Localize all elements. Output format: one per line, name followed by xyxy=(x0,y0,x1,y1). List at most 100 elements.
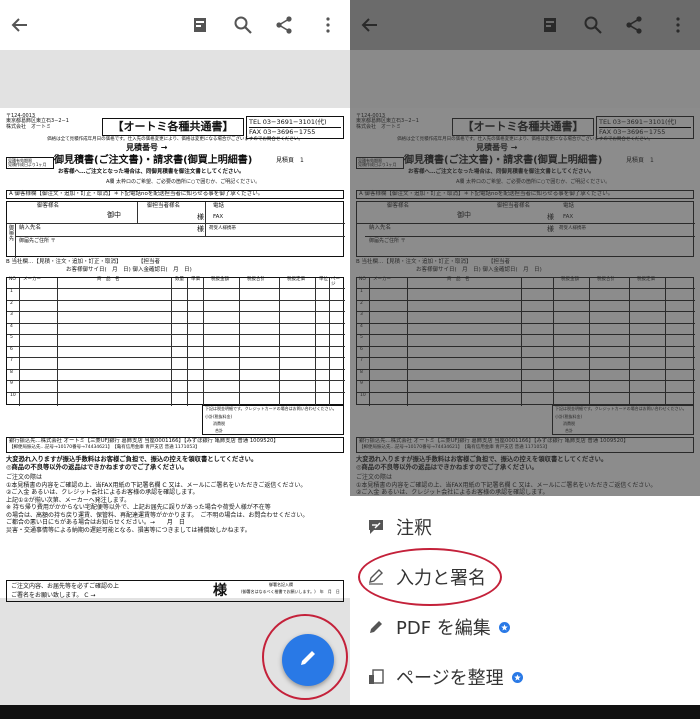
row-number: 8 xyxy=(10,369,13,375)
table-header: 商 品 名 xyxy=(97,277,120,282)
table-header: 税抜定価 xyxy=(287,277,305,282)
document-page[interactable]: 〒124-0013 東京都葛飾区東立石3−2−1 株式会社 オートミ 【オートミ… xyxy=(0,108,350,602)
table-row xyxy=(357,380,695,381)
highlight-ring xyxy=(358,548,502,606)
row-number: 7 xyxy=(10,358,13,363)
table-line xyxy=(521,278,522,406)
table-line xyxy=(239,278,240,406)
table-header: 税抜金額 xyxy=(211,277,229,282)
search-icon[interactable] xyxy=(581,13,605,37)
row-number: 5 xyxy=(10,335,13,340)
form-line xyxy=(7,223,345,224)
delivery-address-label: 御届先ご住所 〒 xyxy=(19,238,56,244)
document-subtitle: 御見積書(ご注文書)・請求書(御買上明細書) xyxy=(404,155,603,166)
layout-icon[interactable] xyxy=(538,13,562,37)
delivery-contact-label: 荷受人様携帯 xyxy=(209,226,236,231)
totals-box: 下記は税金明細です。クレジットカードの場合はお問い合わせください。 小計(税抜料… xyxy=(202,405,344,435)
row-number: 6 xyxy=(10,346,13,352)
instruction-line: ②ご入金 あるいは、クレジット会社によるお客様の承認を確認します。 xyxy=(6,489,199,496)
table-line xyxy=(407,278,408,406)
section-a-header: A 御客様欄【御注文・追加・訂正・取消】＊下記電話noを配送担当者に知らせる事を… xyxy=(356,190,694,199)
item-table: NO メーカー 商 品 名 数量 単価 税抜金額 税抜合計 税抜定価 単位 ペー… xyxy=(6,277,345,406)
menu-item-edit-pdf[interactable]: PDF を編集 xyxy=(366,612,510,642)
row-number: 1 xyxy=(10,289,13,294)
estimate-number-label: 見積番号 → xyxy=(126,143,168,152)
customer-label: 御客様名 xyxy=(37,203,60,209)
edit-fab-button[interactable] xyxy=(282,634,334,686)
back-arrow-icon[interactable] xyxy=(8,13,32,37)
signature-date: (御署名はなるべく楷書でお願いします。) 年 月 日 xyxy=(241,589,340,594)
top-app-bar xyxy=(0,0,350,50)
table-line xyxy=(589,278,590,406)
bank-line: 【郵便局振込先…記号→10170番号→74434621】 【亀有信用金庫 青戸支… xyxy=(359,444,550,450)
table-header: 単位 xyxy=(319,277,328,282)
confirm-line: ご注文内容、お届先等を必ずご確認の上 xyxy=(11,583,120,590)
warning-line: ◎商品の不良等以外の返品はできかねますのでご了承ください。 xyxy=(6,463,188,471)
customer-note: お客様へ…ご注文となった場合は、同御見積書を御注文書としてください。 xyxy=(58,169,245,175)
table-row xyxy=(357,322,695,324)
table-row xyxy=(7,334,345,335)
bank-info: 銀行振込先…株式会社 オートミ【三菱UFJ銀行 葛飾支店 当座0001166】【… xyxy=(356,437,694,453)
delivery-contact-label: 荷受人様携帯 xyxy=(559,226,586,231)
table-row xyxy=(7,322,345,324)
price-notice: 価格は全て見積作成年月日の価格です。仕入先の価格変更により、価格は変更になる場合… xyxy=(397,137,653,142)
table-line xyxy=(369,278,370,406)
subtotal-label: 小計(税抜料金) xyxy=(205,414,233,419)
page-label: 見積頁 1 xyxy=(276,157,304,164)
instruction-line: 災害・交通事情等による納期の遅延可能となる、損害等につきましては補償致しかねます… xyxy=(6,526,251,534)
more-vert-icon[interactable] xyxy=(666,13,690,37)
fax-number: FAX 03−3696−1755 xyxy=(599,127,666,136)
bank-line: 【郵便局振込先…記号→10170番号→74434621】 【亀有信用金庫 青戸支… xyxy=(9,444,200,450)
top-app-bar-dimmed xyxy=(350,0,700,50)
document-subtitle: 御見積書(ご注文書)・請求書(御買上明細書) xyxy=(54,155,253,166)
row-number: 9 xyxy=(10,381,13,386)
delivery-address-label: 御届先ご住所 〒 xyxy=(369,238,406,244)
instruction-line: ご注文の際は xyxy=(356,474,393,481)
share-icon[interactable] xyxy=(622,13,646,37)
table-header: 税抜定価 xyxy=(637,277,655,282)
sama-label: 様 xyxy=(197,225,204,233)
badge-sub: 見積作成日より1ヶ月 xyxy=(8,162,47,168)
warning-line: 大変恐れ入りますが振込手数料はお客様ご負担で、振込の控えを領収書としてください。 xyxy=(6,456,258,463)
table-row xyxy=(7,299,345,301)
sama-label: 様 xyxy=(547,225,554,233)
table-line xyxy=(553,278,554,406)
share-icon[interactable] xyxy=(272,13,296,37)
validity-badge: 見積有効期限 見積作成日より1ヶ月 xyxy=(356,157,404,170)
premium-star-icon xyxy=(511,671,523,683)
table-header: メーカー xyxy=(373,277,391,282)
menu-item-annotate[interactable]: 注釈 xyxy=(366,512,432,542)
table-line xyxy=(279,278,280,406)
customer-label: 御客様名 xyxy=(387,203,410,209)
instruction-line: ①本見積書の内容をご確認の上、当FAX用紙の下記署名欄 C 又は、メールにご署名… xyxy=(6,481,307,489)
sama-label: 様 xyxy=(197,213,204,221)
instruction-note: A欄 太枠ロのご希望、ご必要の箇所に○で囲むか、ご明記ください。 xyxy=(106,179,261,185)
contact-label: 御担当者様名 xyxy=(147,203,181,209)
back-arrow-icon[interactable] xyxy=(358,13,382,37)
warning-line: ◎商品の不良等以外の返品はできかねますのでご了承ください。 xyxy=(356,463,538,471)
row-number: 2 xyxy=(360,300,363,306)
subtitle-row: 見積有効期限 見積作成日より1ヶ月 御見積書(ご注文書)・請求書(御買上明細書)… xyxy=(6,155,344,170)
instruction-line: の場合は、高額の持ち戻り運賃、保管料、再配達運賃等がかかります。 ご不明の場合は… xyxy=(6,511,309,519)
tel-number: TEL 03−3691−3101(代) xyxy=(599,118,691,128)
table-row xyxy=(357,391,695,393)
table-row xyxy=(357,368,695,370)
table-row xyxy=(7,357,345,358)
table-line xyxy=(171,278,172,406)
tax-label: 消費税 xyxy=(213,421,225,426)
sama-label: 様 xyxy=(547,213,554,221)
table-line xyxy=(329,278,330,406)
signature-sama: 様 xyxy=(213,583,227,599)
menu-item-organize-pages[interactable]: ページを整理 xyxy=(366,662,523,692)
table-header: 数量 xyxy=(175,277,184,282)
instruction-line: ご都合の悪い日にちがある場合はお知らせください。→ 月 日 xyxy=(6,519,185,526)
table-row xyxy=(7,288,345,289)
subtotal-label: 小計(税抜料金) xyxy=(555,414,583,419)
table-line xyxy=(57,278,58,406)
layout-icon[interactable] xyxy=(188,13,212,37)
more-vert-icon[interactable] xyxy=(316,13,340,37)
fax-label: FAX xyxy=(563,214,574,220)
form-line xyxy=(15,236,345,237)
row-number: 4 xyxy=(360,323,363,329)
search-icon[interactable] xyxy=(231,13,255,37)
